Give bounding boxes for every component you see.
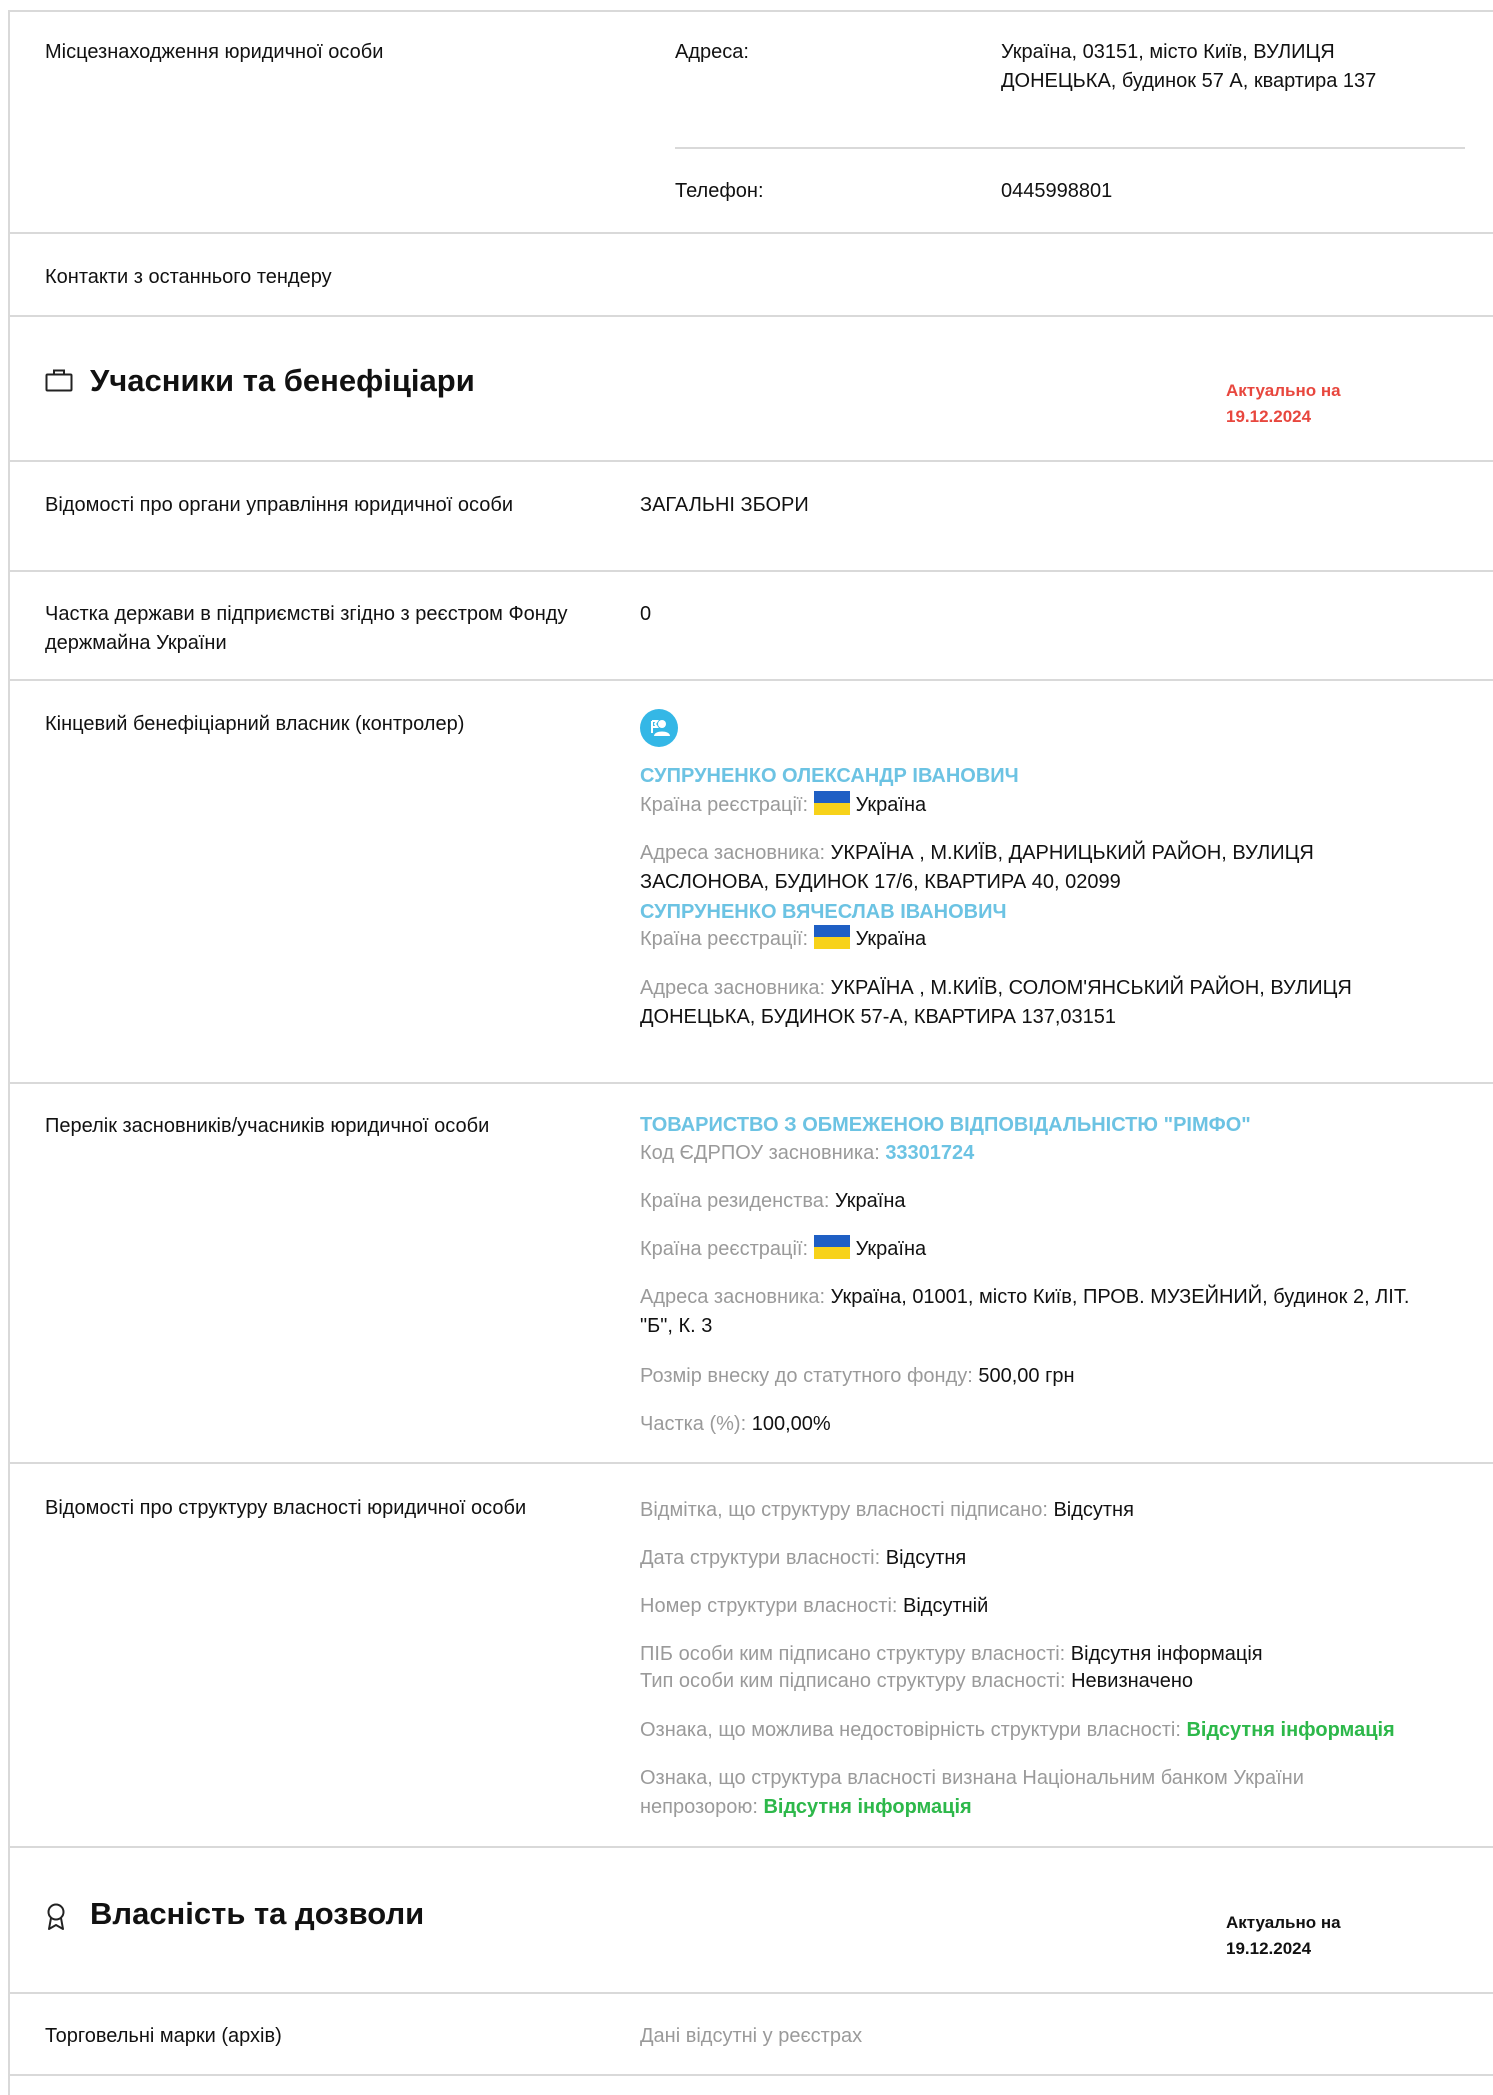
beneficiary-address: Адреса засновника: УКРАЇНА , М.КИЇВ, ДАР…: [640, 839, 1430, 897]
divider: [8, 679, 1493, 681]
code-label: Код ЄДРПОУ засновника:: [640, 1142, 880, 1164]
country-label: Країна реєстрації:: [640, 928, 809, 950]
state-share-value: 0: [640, 603, 652, 625]
code-value[interactable]: 33301724: [885, 1142, 974, 1164]
actual-date: 19.12.2024: [1226, 407, 1312, 426]
address-value: Україна, 03151, місто Київ, ВУЛИЦЯ ДОНЕЦ…: [1001, 41, 1377, 92]
location-label: Місцезнаходження юридичної особи: [45, 41, 384, 63]
address-label: Адреса засновника:: [640, 977, 826, 999]
address-label: Адреса засновника:: [640, 1286, 826, 1308]
founder-code: Код ЄДРПОУ засновника: 33301724: [640, 1139, 974, 1168]
signed-value: Відсутня: [1053, 1499, 1134, 1521]
beneficiary-country: Країна реєстрації: Україна: [640, 791, 926, 820]
unreliable-label: Ознака, що можлива недостовірність струк…: [640, 1719, 1181, 1741]
contribution-label: Розмір внеску до статутного фонду:: [640, 1365, 973, 1387]
divider: [8, 1846, 1493, 1848]
actual-label: Актуально на: [1226, 381, 1341, 400]
country-label: Країна реєстрації:: [640, 1238, 809, 1260]
beneficiary-country: Країна реєстрації: Україна: [640, 925, 926, 954]
ownership-number: Номер структури власності: Відсутній: [640, 1592, 988, 1621]
trademarks-label: Торговельні марки (архів): [45, 2025, 282, 2047]
ownership-label: Відомості про структуру власності юридич…: [45, 1497, 527, 1519]
number-value: Відсутній: [903, 1595, 989, 1617]
phone-value: 0445998801: [1001, 180, 1113, 202]
contacts-label: Контакти з останнього тендеру: [45, 266, 332, 288]
founders-label: Перелік засновників/учасників юридичної …: [45, 1115, 490, 1137]
divider: [8, 1992, 1493, 1994]
address-label: Адреса засновника:: [640, 842, 826, 864]
founder-share: Частка (%): 100,00%: [640, 1410, 831, 1439]
founder-name[interactable]: ТОВАРИСТВО З ОБМЕЖЕНОЮ ВІДПОВІДАЛЬНІСТЮ …: [640, 1111, 1251, 1140]
signer-type-label: Тип особи ким підписано структуру власно…: [640, 1670, 1066, 1692]
divider: [8, 1082, 1493, 1084]
address-label: Адреса:: [675, 41, 749, 63]
country-value: Україна: [855, 794, 927, 816]
number-label: Номер структури власності:: [640, 1595, 898, 1617]
founder-contribution: Розмір внеску до статутного фонду: 500,0…: [640, 1362, 1075, 1391]
residence-label: Країна резиденства:: [640, 1190, 830, 1212]
briefcase-icon: [45, 368, 73, 392]
governance-value: ЗАГАЛЬНІ ЗБОРИ: [640, 494, 809, 516]
divider: [8, 2074, 1493, 2076]
date-value: Відсутня: [885, 1547, 967, 1569]
signer-value: Відсутня інформація: [1070, 1643, 1263, 1665]
contribution-value: 500,00 грн: [978, 1365, 1075, 1387]
divider: [8, 232, 1493, 234]
actual-label: Актуально на: [1226, 1913, 1341, 1932]
beneficiary-name[interactable]: СУПРУНЕНКО ВЯЧЕСЛАВ ІВАНОВИЧ: [640, 898, 1007, 927]
beneficiary-name[interactable]: СУПРУНЕНКО ОЛЕКСАНДР ІВАНОВИЧ: [640, 762, 1019, 791]
ukraine-flag-icon: [813, 1235, 850, 1259]
divider: [675, 147, 1465, 149]
country-value: Україна: [855, 928, 927, 950]
opaque-label-2: непрозорою:: [640, 1796, 758, 1818]
unreliable-value: Відсутня інформація: [1186, 1719, 1395, 1741]
ownership-signer-type: Тип особи ким підписано структуру власно…: [640, 1667, 1193, 1696]
ownership-signed: Відмітка, що структуру власності підписа…: [640, 1496, 1134, 1525]
divider: [8, 570, 1493, 572]
opaque-label: Ознака, що структура власності визнана Н…: [640, 1767, 1304, 1789]
signer-type-value: Невизначено: [1071, 1670, 1194, 1692]
actual-date: 19.12.2024: [1226, 1939, 1312, 1958]
state-share-label: Частка держави в підприємстві згідно з р…: [45, 603, 568, 654]
signer-label: ПІБ особи ким підписано структуру власно…: [640, 1643, 1066, 1665]
beneficiary-address: Адреса засновника: УКРАЇНА , М.КИЇВ, СОЛ…: [640, 974, 1430, 1032]
signed-label: Відмітка, що структуру власності підписа…: [640, 1499, 1048, 1521]
ukraine-flag-icon: [813, 925, 850, 949]
phone-label: Телефон:: [675, 180, 764, 202]
share-value: 100,00%: [751, 1413, 831, 1435]
divider: [8, 460, 1493, 462]
ownership-unreliable: Ознака, що можлива недостовірність струк…: [640, 1716, 1395, 1745]
divider: [8, 1462, 1493, 1464]
country-label: Країна реєстрації:: [640, 794, 809, 816]
date-label: Дата структури власності:: [640, 1547, 881, 1569]
property-title: Власність та дозволи: [90, 1896, 425, 1931]
opaque-value: Відсутня інформація: [763, 1796, 972, 1818]
trademarks-value: Дані відсутні у реєстрах: [640, 2025, 863, 2047]
participants-title: Учасники та бенефіціари: [90, 363, 475, 398]
divider: [8, 315, 1493, 317]
founder-residence: Країна резиденства: Україна: [640, 1187, 906, 1216]
ukraine-flag-icon: [813, 791, 850, 815]
founder-address: Адреса засновника: Україна, 01001, місто…: [640, 1283, 1440, 1341]
beneficiaries-label: Кінцевий бенефіціарний власник (контроле…: [45, 713, 465, 735]
award-icon: [45, 1903, 67, 1931]
person-icon: [640, 709, 678, 747]
ownership-signer: ПІБ особи ким підписано структуру власно…: [640, 1640, 1263, 1669]
share-label: Частка (%):: [640, 1413, 747, 1435]
country-value: Україна: [855, 1238, 927, 1260]
founder-country: Країна реєстрації: Україна: [640, 1235, 926, 1264]
ownership-date: Дата структури власності: Відсутня: [640, 1544, 966, 1573]
residence-value: Україна: [834, 1190, 906, 1212]
ownership-opaque: непрозорою: Відсутня інформація: [640, 1793, 972, 1822]
governance-label: Відомості про органи управління юридично…: [45, 494, 514, 516]
